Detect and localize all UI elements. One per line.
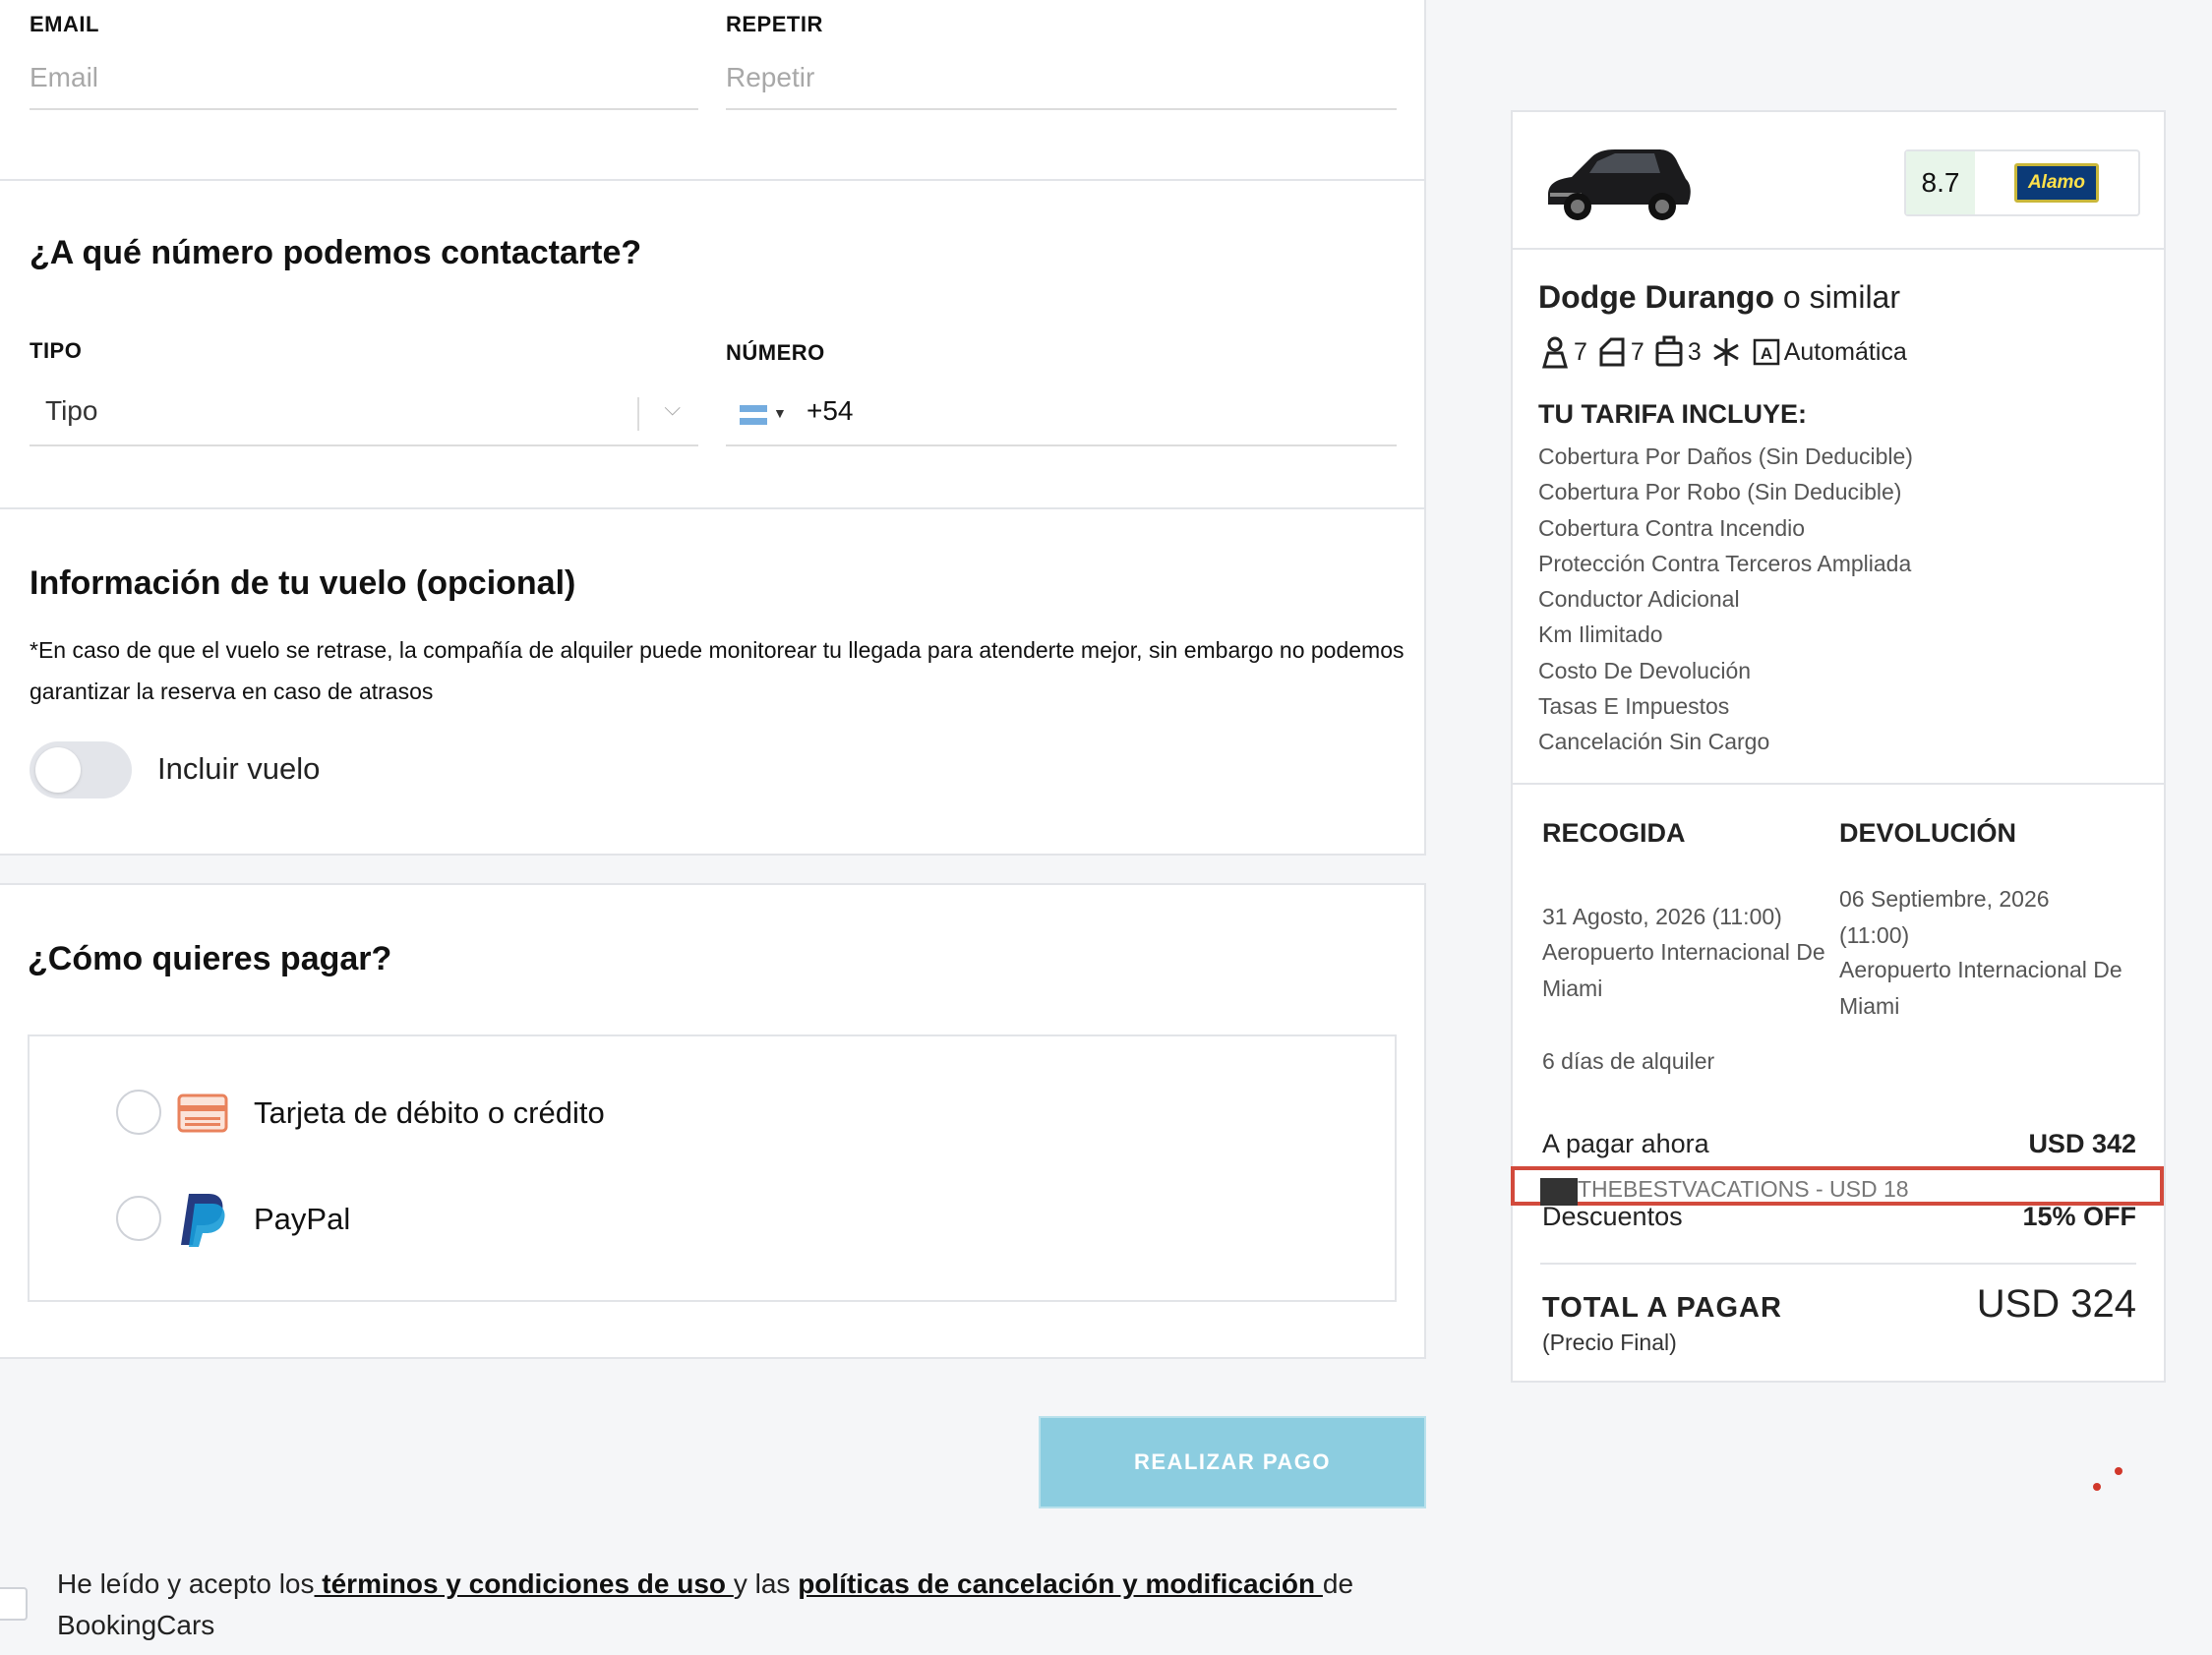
list-item: Cobertura Por Robo (Sin Deducible) [1538, 479, 1902, 505]
divider [1513, 783, 2164, 785]
includes-list: Cobertura Por Daños (Sin Deducible) Cobe… [1538, 439, 1913, 760]
total-value: USD 324 [1976, 1282, 2136, 1326]
car-image [1548, 149, 1691, 220]
include-flight-label: Incluir vuelo [157, 751, 321, 786]
discount-value: 15% OFF [2022, 1202, 2136, 1231]
phone-type-value: Tipo [45, 395, 98, 426]
pickup-place: Aeropuerto Internacional De Miami [1542, 939, 1825, 1001]
dropoff-date: 06 Septiembre, 2026 (11:00) [1839, 886, 2050, 948]
email-label: EMAIL [30, 12, 99, 36]
svg-text:A: A [1761, 344, 1772, 363]
car-suffix: o similar [1773, 279, 1900, 315]
list-item: Protección Contra Terceros Ampliada [1538, 550, 1912, 576]
transmission-label: Automática [1783, 337, 1907, 366]
paypal-icon [181, 1194, 225, 1247]
list-item: Cobertura Por Daños (Sin Deducible) [1538, 443, 1913, 469]
argentina-flag-icon[interactable] [740, 405, 767, 425]
pickup-title: RECOGIDA [1542, 818, 1686, 848]
radio-card[interactable] [116, 1090, 161, 1135]
pickup-date: 31 Agosto, 2026 (11:00) [1542, 904, 1782, 929]
cancellation-policy-link[interactable]: políticas de cancelación y modificación [798, 1568, 1323, 1599]
radio-paypal[interactable] [116, 1196, 161, 1241]
automatic-transmission-icon: A [1753, 338, 1779, 366]
phone-number-label: NÚMERO [726, 340, 825, 365]
caret-down-icon: ▼ [773, 405, 787, 421]
rating-badge: 8.7 Alamo [1904, 149, 2140, 216]
passenger-icon [1542, 336, 1568, 369]
car-model: Dodge Durango [1538, 279, 1774, 315]
toggle-knob [35, 747, 81, 793]
payment-options: Tarjeta de débito o crédito PayPal [28, 1034, 1397, 1302]
discount-label: Descuentos [1542, 1202, 1683, 1231]
rental-days: 6 días de alquiler [1542, 1048, 1715, 1074]
paypal-option-label[interactable]: PayPal [254, 1202, 350, 1237]
terms-text: He leído y acepto los términos y condici… [57, 1564, 1434, 1646]
rating-score: 8.7 [1906, 151, 1975, 214]
email-input[interactable]: Email [30, 55, 698, 110]
promo-code-highlight: THEBESTVACATIONS - USD 18 [1511, 1166, 2164, 1206]
list-item: Tasas E Impuestos [1538, 693, 1730, 720]
divider [1540, 1263, 2136, 1265]
list-item: Km Ilimitado [1538, 621, 1663, 648]
include-flight-toggle[interactable] [30, 741, 132, 798]
total-sublabel: (Precio Final) [1542, 1330, 1677, 1355]
list-item: Cancelación Sin Cargo [1538, 729, 1770, 755]
summary-header: 8.7 Alamo [1513, 112, 2164, 250]
luggage-icon [1655, 335, 1683, 367]
dropoff-title: DEVOLUCIÓN [1839, 818, 2017, 848]
terms-text-part1: He leído y acepto los [57, 1568, 315, 1599]
terms-checkbox[interactable] [0, 1587, 28, 1621]
booking-summary: 8.7 Alamo Dodge Durango o similar 7 7 3 … [1511, 110, 2166, 1383]
phone-prefix: +54 [807, 395, 854, 426]
pay-now-value: USD 342 [2028, 1129, 2136, 1158]
alamo-logo: Alamo [2014, 163, 2099, 203]
terms-link[interactable]: términos y condiciones de uso [315, 1568, 734, 1599]
card-option-label[interactable]: Tarjeta de débito o crédito [254, 1095, 605, 1131]
payment-title: ¿Cómo quieres pagar? [28, 940, 392, 977]
air-conditioning-icon [1712, 338, 1739, 366]
phone-type-label: TIPO [30, 338, 83, 363]
list-item: Cobertura Contra Incendio [1538, 514, 1806, 541]
phone-type-select[interactable]: Tipo ⌵ [30, 391, 698, 446]
seats-count: 7 [1574, 337, 1587, 366]
chevron-down-icon: ⌵ [664, 395, 681, 420]
promo-code: THEBESTVACATIONS - USD 18 [1578, 1176, 1909, 1202]
credit-card-icon [177, 1093, 228, 1133]
list-item: Conductor Adicional [1538, 586, 1740, 613]
door-icon [1599, 337, 1625, 367]
email-section: EMAIL Email REPETIR Repetir [0, 0, 1426, 181]
flight-title: Información de tu vuelo (opcional) [30, 564, 576, 602]
loading-dot [2093, 1483, 2101, 1491]
flight-note: *En caso de que el vuelo se retrase, la … [30, 637, 1405, 704]
list-item: Costo De Devolución [1538, 657, 1752, 683]
total-label: TOTAL A PAGAR [1542, 1292, 1782, 1324]
submit-payment-button[interactable]: REALIZAR PAGO [1039, 1416, 1426, 1508]
phone-title: ¿A qué número podemos contactarte? [30, 234, 642, 271]
phone-section: ¿A qué número podemos contactarte? TIPO … [0, 181, 1426, 509]
phone-number-input[interactable]: ▼ +54 [726, 391, 1397, 446]
bags-count: 3 [1687, 337, 1702, 366]
car-specs: 7 7 3 A Automática [1540, 332, 1907, 372]
select-separator [637, 397, 639, 431]
pay-now-label: A pagar ahora [1542, 1129, 1709, 1158]
dropoff-place: Aeropuerto Internacional De Miami [1839, 957, 2122, 1019]
includes-title: TU TARIFA INCLUYE: [1538, 399, 1807, 429]
doors-count: 7 [1630, 337, 1644, 366]
repeat-email-label: REPETIR [726, 12, 823, 36]
loading-dot [2115, 1467, 2122, 1475]
terms-text-part2: y las [733, 1568, 799, 1599]
repeat-email-input[interactable]: Repetir [726, 55, 1397, 110]
car-name: Dodge Durango o similar [1538, 279, 1900, 316]
